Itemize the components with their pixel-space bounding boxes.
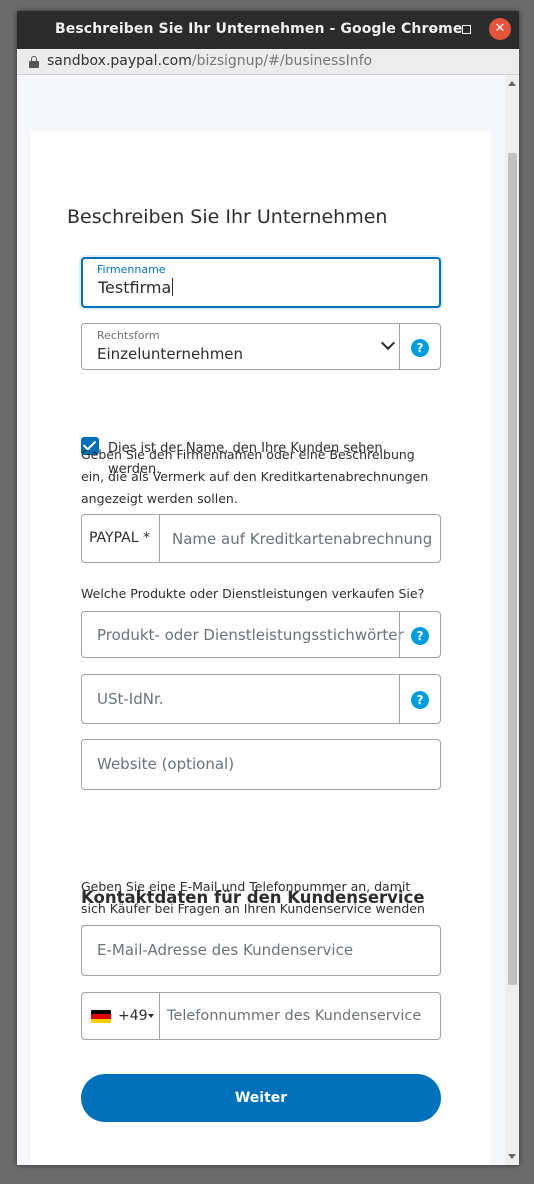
company-name-value: Testfirma	[98, 278, 172, 297]
divider	[159, 993, 160, 1039]
legal-form-select[interactable]: Rechtsform Einzelunternehmen ?	[81, 323, 441, 370]
scroll-down-icon[interactable]	[508, 1154, 516, 1159]
support-phone-field[interactable]: +49 Telefonnummer des Kundenservice	[81, 992, 441, 1040]
paypal-prefix: PAYPAL *	[89, 530, 150, 546]
help-icon[interactable]: ?	[411, 627, 429, 645]
products-field[interactable]: Produkt- oder Dienstleistungsstichwörter…	[81, 611, 441, 658]
support-phone-input[interactable]: Telefonnummer des Kundenservice	[167, 1008, 421, 1024]
window-titlebar: Beschreiben Sie Ihr Unternehmen - Google…	[17, 11, 519, 49]
legal-form-label: Rechtsform	[97, 329, 160, 342]
chevron-down-icon	[380, 335, 396, 351]
page-title: Beschreiben Sie Ihr Unternehmen	[67, 206, 388, 228]
products-question: Welche Produkte oder Dienstleistungen ve…	[81, 586, 425, 601]
statement-input[interactable]: Name auf Kreditkartenabrechnung	[172, 530, 432, 548]
country-code: +49	[118, 1008, 148, 1024]
lock-icon	[29, 56, 39, 68]
caret-down-icon	[148, 1014, 154, 1018]
company-name-input[interactable]: Testfirma	[98, 278, 174, 297]
browser-window: Beschreiben Sie Ihr Unternehmen - Google…	[17, 11, 519, 1165]
divider	[399, 675, 400, 723]
url-path: /bizsignup/#/businessInfo	[191, 53, 373, 69]
help-icon[interactable]: ?	[411, 339, 429, 357]
url-text[interactable]: sandbox.paypal.com/bizsignup/#/businessI…	[47, 53, 372, 69]
minimize-icon[interactable]: –	[423, 20, 443, 40]
help-icon[interactable]: ?	[411, 691, 429, 709]
germany-flag-icon	[91, 1010, 111, 1023]
website-input[interactable]: Website (optional)	[97, 755, 234, 773]
maximize-icon[interactable]	[456, 20, 476, 40]
continue-button[interactable]: Weiter	[81, 1074, 441, 1122]
statement-descriptor-field[interactable]: PAYPAL * Name auf Kreditkartenabrechnung	[81, 514, 441, 563]
company-name-field[interactable]: Firmenname Testfirma	[81, 257, 441, 308]
scroll-up-icon[interactable]	[508, 81, 516, 86]
support-email-field[interactable]: E-Mail-Adresse des Kundenservice	[81, 925, 441, 976]
page-viewport: Beschreiben Sie Ihr Unternehmen Firmenna…	[17, 75, 519, 1165]
url-host: sandbox.paypal.com	[47, 53, 192, 69]
vat-id-input[interactable]: USt-IdNr.	[97, 690, 164, 708]
statement-info-text: Geben Sie den Firmennamen oder eine Besc…	[81, 447, 429, 506]
close-icon[interactable]: ✕	[489, 18, 511, 40]
divider	[399, 324, 400, 369]
vat-id-field[interactable]: USt-IdNr. ?	[81, 674, 441, 724]
website-field[interactable]: Website (optional)	[81, 739, 441, 790]
address-bar[interactable]: sandbox.paypal.com/bizsignup/#/businessI…	[17, 49, 519, 75]
support-email-input[interactable]: E-Mail-Adresse des Kundenservice	[97, 941, 353, 959]
text-cursor	[172, 278, 174, 296]
products-input[interactable]: Produkt- oder Dienstleistungsstichwörter	[97, 626, 404, 644]
legal-form-value: Einzelunternehmen	[97, 345, 244, 363]
divider	[399, 612, 400, 657]
divider	[159, 515, 160, 562]
company-name-label: Firmenname	[97, 263, 166, 276]
scrollbar-thumb[interactable]	[508, 153, 517, 985]
window-title: Beschreiben Sie Ihr Unternehmen - Google…	[55, 21, 463, 37]
scrollbar[interactable]	[505, 75, 519, 1165]
